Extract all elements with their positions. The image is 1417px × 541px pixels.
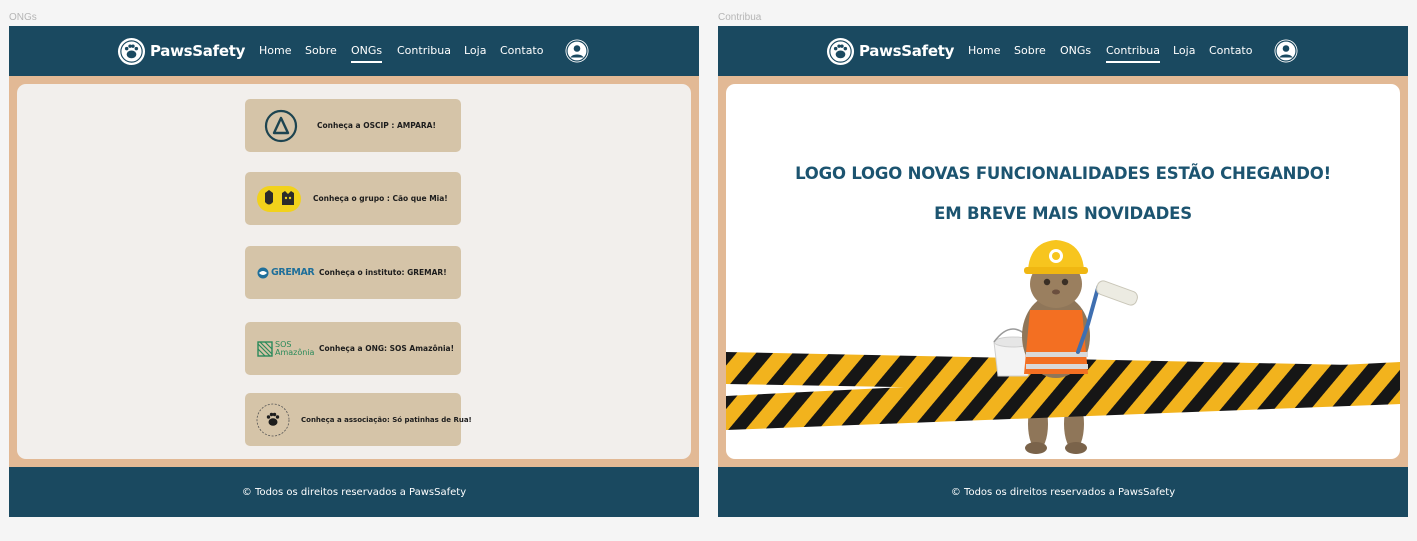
nav-home[interactable]: Home <box>968 44 1000 57</box>
ong-card-sos-amazonia[interactable]: SOS Amazônia Conheça a ONG: SOS Amazônia… <box>245 322 461 375</box>
so-patinhas-logo-icon <box>245 402 301 438</box>
nav-home[interactable]: Home <box>259 44 291 57</box>
nav-contato[interactable]: Contato <box>1209 44 1252 57</box>
nav-sobre[interactable]: Sobre <box>1014 44 1046 57</box>
amazonia-logo-text: Amazônia <box>275 347 315 357</box>
ong-card-so-patinhas-de-rua[interactable]: Conheça a associação: Só patinhas de Rua… <box>245 393 472 446</box>
sos-amazonia-logo-icon: SOS Amazônia <box>245 340 319 357</box>
nav-contribua[interactable]: Contribua <box>1106 44 1160 63</box>
ong-card-ampara[interactable]: Conheça a OSCIP : AMPARA! <box>245 99 461 152</box>
coming-soon-panel: LOGO LOGO NOVAS FUNCIONALIDADES ESTÃO CH… <box>726 84 1400 459</box>
gremar-logo-text: GREMAR <box>271 267 315 278</box>
ong-card-gremar[interactable]: GREMAR Conheça o instituto: GREMAR! <box>245 246 461 299</box>
footer: © Todos os direitos reservados a PawsSaf… <box>718 467 1408 517</box>
frame-label-contribua: Contribua <box>718 12 762 23</box>
nav-contribua[interactable]: Contribua <box>397 44 451 57</box>
brand-logo-link[interactable]: PawsSafety <box>826 37 954 65</box>
nav-sobre[interactable]: Sobre <box>305 44 337 57</box>
gremar-logo-icon: GREMAR <box>245 267 319 279</box>
ong-card-text: Conheça a associação: Só patinhas de Rua… <box>301 415 472 424</box>
nav-ongs[interactable]: ONGs <box>351 44 383 63</box>
nav-contato[interactable]: Contato <box>500 44 543 57</box>
navbar: PawsSafety Home Sobre ONGs Contribua Loj… <box>718 26 1408 76</box>
navbar: PawsSafety Home Sobre ONGs Contribua Loj… <box>9 26 699 76</box>
ongs-page-frame: PawsSafety Home Sobre ONGs Contribua Loj… <box>9 26 699 517</box>
nav-loja[interactable]: Loja <box>464 44 486 57</box>
brand-logo-link[interactable]: PawsSafety <box>117 37 245 65</box>
user-profile-icon[interactable] <box>1274 39 1298 63</box>
footer-copyright: © Todos os direitos reservados a PawsSaf… <box>950 486 1176 498</box>
footer-copyright: © Todos os direitos reservados a PawsSaf… <box>241 486 467 498</box>
ong-card-text: Conheça o grupo : Cão que Mia! <box>313 194 448 203</box>
frame-label-ongs: ONGs <box>9 12 37 23</box>
ong-card-text: Conheça a OSCIP : AMPARA! <box>317 121 436 130</box>
brand-name: PawsSafety <box>859 42 955 60</box>
paw-shield-logo-icon <box>826 37 855 65</box>
user-profile-icon[interactable] <box>565 39 589 63</box>
footer: © Todos os direitos reservados a PawsSaf… <box>9 467 699 517</box>
paw-shield-logo-icon <box>117 37 146 65</box>
brand-name: PawsSafety <box>150 42 246 60</box>
ong-card-text: Conheça o instituto: GREMAR! <box>319 268 447 277</box>
cao-que-mia-logo-icon <box>245 184 313 214</box>
ongs-panel: Conheça a OSCIP : AMPARA! Conheça o grup… <box>17 84 691 459</box>
ong-card-text: Conheça a ONG: SOS Amazônia! <box>319 344 455 353</box>
ong-card-cao-que-mia[interactable]: Conheça o grupo : Cão que Mia! <box>245 172 461 225</box>
ampara-logo-icon <box>245 109 317 143</box>
construction-cat-illustration <box>726 240 1400 454</box>
nav-ongs[interactable]: ONGs <box>1060 44 1091 57</box>
contribua-page-frame: PawsSafety Home Sobre ONGs Contribua Loj… <box>718 26 1408 517</box>
nav-loja[interactable]: Loja <box>1173 44 1195 57</box>
